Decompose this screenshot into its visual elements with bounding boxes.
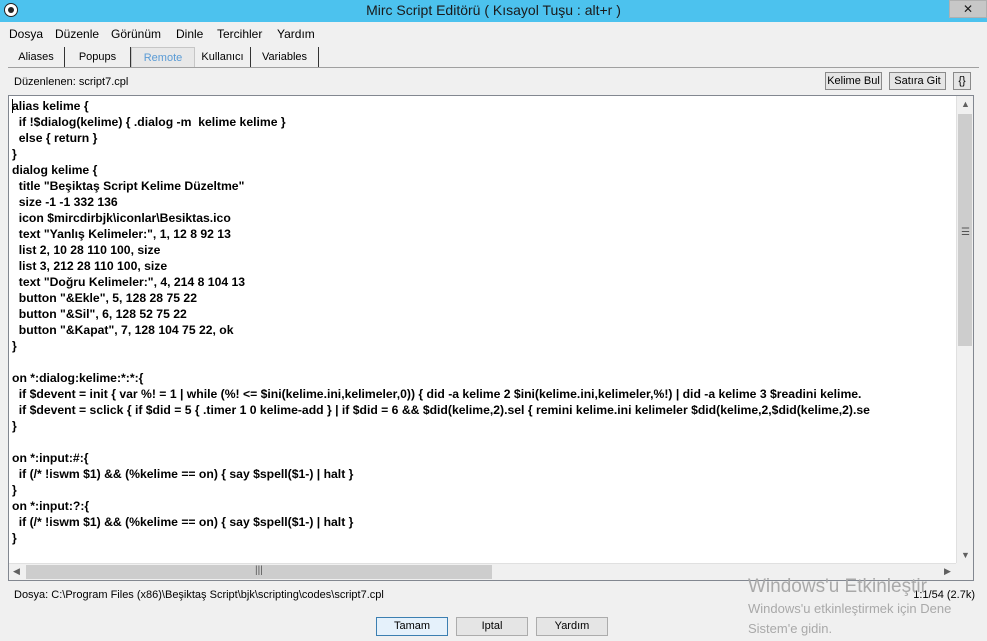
- tab-variables[interactable]: Variables: [251, 47, 319, 67]
- code-line[interactable]: list 2, 10 28 110 100, size: [12, 242, 955, 258]
- file-path: Dosya: C:\Program Files (x86)\Beşiktaş S…: [14, 589, 384, 601]
- cancel-button[interactable]: Iptal: [456, 617, 528, 636]
- ok-button[interactable]: Tamam: [376, 617, 448, 636]
- code-editor[interactable]: alias kelime { if !$dialog(kelime) { .di…: [8, 95, 974, 581]
- title-bar: Mirc Script Editörü ( Kısayol Tuşu : alt…: [0, 0, 987, 22]
- horizontal-scrollbar[interactable]: ◀ ||| ▶: [9, 563, 957, 580]
- scroll-left-icon[interactable]: ◀: [13, 566, 20, 577]
- code-line[interactable]: icon $mircdirbjk\iconlar\Besiktas.ico: [12, 210, 955, 226]
- code-line[interactable]: title "Beşiktaş Script Kelime Düzeltme": [12, 178, 955, 194]
- code-line[interactable]: on *:input:#:{: [12, 450, 955, 466]
- tab-kullanici[interactable]: Kullanıcı: [195, 47, 251, 67]
- code-line[interactable]: size -1 -1 332 136: [12, 194, 955, 210]
- code-line[interactable]: [12, 434, 955, 450]
- code-line[interactable]: else { return }: [12, 130, 955, 146]
- find-word-button[interactable]: Kelime Bul: [825, 72, 882, 90]
- window-title: Mirc Script Editörü ( Kısayol Tuşu : alt…: [366, 2, 621, 18]
- horizontal-grip-icon: |||: [255, 565, 263, 576]
- menu-tercihler[interactable]: Tercihler: [217, 27, 262, 41]
- menu-dinle[interactable]: Dinle: [176, 27, 203, 41]
- code-line[interactable]: list 3, 212 28 110 100, size: [12, 258, 955, 274]
- tab-divider: [8, 67, 979, 68]
- close-button[interactable]: ✕: [949, 0, 987, 18]
- code-line[interactable]: text "Doğru Kelimeler:", 4, 214 8 104 13: [12, 274, 955, 290]
- vertical-scrollbar[interactable]: ▲ ☰ ▼: [956, 96, 973, 563]
- status-bar: Dosya: C:\Program Files (x86)\Beşiktaş S…: [8, 586, 979, 606]
- code-line[interactable]: if (/* !iswm $1) && (%kelime == on) { sa…: [12, 514, 955, 530]
- goto-line-button[interactable]: Satıra Git: [889, 72, 946, 90]
- code-line[interactable]: [12, 354, 955, 370]
- code-line[interactable]: }: [12, 338, 955, 354]
- scroll-down-icon[interactable]: ▼: [961, 550, 970, 560]
- code-line[interactable]: button "&Ekle", 5, 128 28 75 22: [12, 290, 955, 306]
- help-button[interactable]: Yardım: [536, 617, 608, 636]
- code-line[interactable]: alias kelime {: [12, 98, 955, 114]
- code-line[interactable]: text "Yanlış Kelimeler:", 1, 12 8 92 13: [12, 226, 955, 242]
- menu-dosya[interactable]: Dosya: [9, 27, 43, 41]
- code-line[interactable]: }: [12, 530, 955, 546]
- code-line[interactable]: on *:input:?:{: [12, 498, 955, 514]
- code-line[interactable]: if !$dialog(kelime) { .dialog -m kelime …: [12, 114, 955, 130]
- code-line[interactable]: if (/* !iswm $1) && (%kelime == on) { sa…: [12, 466, 955, 482]
- menu-duzenle[interactable]: Düzenle: [55, 27, 99, 41]
- code-line[interactable]: button "&Sil", 6, 128 52 75 22: [12, 306, 955, 322]
- code-line[interactable]: dialog kelime {: [12, 162, 955, 178]
- code-line[interactable]: if $devent = sclick { if $did = 5 { .tim…: [12, 402, 955, 418]
- vertical-grip-icon: ☰: [961, 227, 970, 238]
- tab-popups[interactable]: Popups: [65, 47, 131, 67]
- watermark-line-2: Sistem'e gidin.: [748, 621, 833, 636]
- scroll-corner: [956, 563, 973, 580]
- tab-remote[interactable]: Remote: [131, 47, 195, 67]
- code-line[interactable]: }: [12, 146, 955, 162]
- menu-yardim[interactable]: Yardım: [277, 27, 315, 41]
- brace-match-button[interactable]: {}: [953, 72, 971, 90]
- code-line[interactable]: button "&Kapat", 7, 128 104 75 22, ok: [12, 322, 955, 338]
- code-line[interactable]: }: [12, 418, 955, 434]
- code-line[interactable]: on *:dialog:kelime:*:*:{: [12, 370, 955, 386]
- code-line[interactable]: }: [12, 482, 955, 498]
- scroll-up-icon[interactable]: ▲: [961, 99, 970, 109]
- text-caret: [12, 99, 13, 113]
- edited-file-label: Düzenlenen: script7.cpl: [14, 76, 129, 88]
- code-line[interactable]: if $devent = init { var %! = 1 | while (…: [12, 386, 955, 402]
- tab-aliases[interactable]: Aliases: [8, 47, 65, 67]
- cursor-position: 1:1/54 (2.7k): [913, 589, 975, 601]
- code-text[interactable]: alias kelime { if !$dialog(kelime) { .di…: [12, 98, 955, 562]
- menu-gorunum[interactable]: Görünüm: [111, 27, 161, 41]
- menu-bar: Dosya Düzenle Görünüm Dinle Tercihler Ya…: [0, 22, 987, 44]
- scroll-right-icon[interactable]: ▶: [944, 566, 951, 577]
